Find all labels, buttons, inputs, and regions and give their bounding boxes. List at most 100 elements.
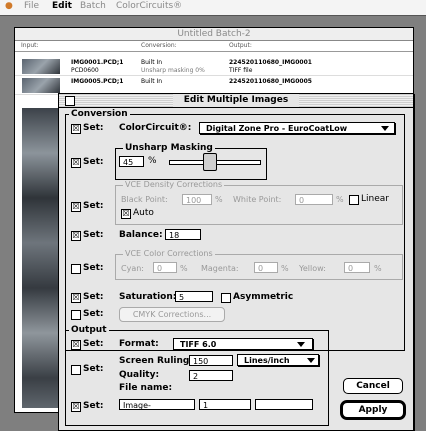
image-thumbnail-column <box>22 108 60 408</box>
percent-label: % <box>281 264 289 273</box>
row-filename: IMG0001.PCD;1 <box>71 59 124 66</box>
format-label: Format: <box>119 339 159 349</box>
cyan-label: Cyan: <box>121 264 144 273</box>
cmyk-corrections-button[interactable]: CMYK Corrections... <box>119 307 225 322</box>
screen-ruling-input[interactable]: 150 <box>189 355 233 366</box>
cyan-input[interactable]: 0 <box>153 262 177 273</box>
apple-logo-icon[interactable]: ● <box>5 1 17 13</box>
auto-checkbox[interactable]: ☒ <box>121 209 131 219</box>
image-thumbnail <box>22 78 60 93</box>
white-point-label: White Point: <box>233 195 282 204</box>
percent-label: % <box>180 264 188 273</box>
yellow-label: Yellow: <box>299 264 326 273</box>
set-label: Set: <box>83 364 104 374</box>
set-label: Set: <box>83 157 104 167</box>
batch-columns-header: Input: Conversion: Output: <box>15 41 413 52</box>
menu-file[interactable]: File <box>24 1 39 11</box>
vce-density-label: VCE Density Corrections <box>123 180 225 190</box>
set-density-checkbox[interactable]: ☒ <box>71 202 81 212</box>
linear-checkbox[interactable] <box>349 195 359 205</box>
set-label: Set: <box>83 339 104 349</box>
row-output: 224520110680_IMG0001 <box>229 59 312 66</box>
percent-label: % <box>374 264 382 273</box>
auto-label: Auto <box>133 208 154 218</box>
magenta-input[interactable]: 0 <box>254 262 278 273</box>
asymmetric-checkbox[interactable] <box>221 293 231 303</box>
magenta-label: Magenta: <box>201 264 239 273</box>
chevron-down-icon <box>381 126 389 131</box>
quality-label: Quality: <box>119 370 160 380</box>
black-point-label: Black Point: <box>121 195 168 204</box>
set-label: Set: <box>83 230 104 240</box>
image-thumbnail <box>22 59 60 74</box>
set-saturation-checkbox[interactable]: ☒ <box>71 293 81 303</box>
cancel-button[interactable]: Cancel <box>343 378 403 394</box>
balance-input[interactable]: 18 <box>165 229 201 240</box>
dialog-title-bar[interactable]: Edit Multiple Images <box>59 94 413 108</box>
file-name-input[interactable]: Image- <box>119 399 195 410</box>
row-conversion-detail: Unsharp masking 0% <box>141 67 205 74</box>
unsharp-amount-input[interactable]: 45 <box>119 156 144 167</box>
column-conversion: Conversion: <box>141 42 177 49</box>
row-conversion: Built In <box>141 59 163 66</box>
format-popup[interactable]: TIFF 6.0 <box>173 338 313 350</box>
format-value: TIFF 6.0 <box>180 340 217 349</box>
dialog-title: Edit Multiple Images <box>173 94 299 107</box>
colorcircuit-label: ColorCircuit®: <box>119 123 192 133</box>
set-cmyk-checkbox[interactable] <box>71 310 81 320</box>
row-output: 224520110680_IMG0005 <box>229 78 312 85</box>
set-label: Set: <box>83 309 104 319</box>
percent-label: % <box>215 195 223 204</box>
balance-label: Balance: <box>119 230 163 240</box>
vce-color-label: VCE Color Corrections <box>123 249 215 259</box>
apply-button[interactable]: Apply <box>340 400 406 420</box>
menu-batch[interactable]: Batch <box>80 1 106 11</box>
edit-multiple-images-dialog: Edit Multiple Images Conversion ☒ Set: C… <box>58 93 414 431</box>
saturation-input[interactable]: 5 <box>175 291 213 302</box>
percent-label: % <box>336 195 344 204</box>
table-row[interactable]: IMG0001.PCD;1 PCD0600 Built In Unsharp m… <box>15 58 413 76</box>
set-file-name-checkbox[interactable]: ☒ <box>71 402 81 412</box>
set-label: Set: <box>83 263 104 273</box>
unsharp-masking-label: Unsharp Masking <box>123 143 215 153</box>
yellow-input[interactable]: 0 <box>344 262 370 273</box>
set-balance-checkbox[interactable]: ☒ <box>71 231 81 241</box>
menu-colorcircuits[interactable]: ColorCircuits® <box>116 1 182 11</box>
conversion-group-label: Conversion <box>69 109 130 119</box>
asymmetric-label: Asymmetric <box>233 292 294 302</box>
set-screen-ruling-checkbox[interactable] <box>71 365 81 375</box>
column-input: Input: <box>21 42 39 49</box>
close-box-icon[interactable] <box>65 96 75 106</box>
file-suffix-input[interactable] <box>255 399 313 410</box>
screen-ruling-unit: Lines/inch <box>244 356 290 365</box>
row-output-format: TIFF file <box>229 67 253 74</box>
output-group-label: Output <box>69 325 109 335</box>
colorcircuit-value: Digital Zone Pro - EuroCoatLow <box>206 124 348 133</box>
chevron-down-icon <box>307 358 315 363</box>
column-output: Output: <box>229 42 252 49</box>
colorcircuit-popup[interactable]: Digital Zone Pro - EuroCoatLow <box>199 122 395 134</box>
row-subtitle: PCD0600 <box>71 67 99 74</box>
row-filename: IMG0005.PCD;1 <box>71 78 124 85</box>
quality-input[interactable]: 2 <box>189 370 233 381</box>
file-name-label: File name: <box>119 383 173 393</box>
set-colorcircuit-checkbox[interactable]: ☒ <box>71 124 81 134</box>
batch-window-title: Untitled Batch-2 <box>15 28 413 41</box>
set-color-checkbox[interactable] <box>71 264 81 274</box>
set-unsharp-checkbox[interactable]: ☒ <box>71 158 81 168</box>
chevron-down-icon <box>297 342 305 347</box>
menu-bar: ● File Edit Batch ColorCircuits® <box>0 0 426 16</box>
saturation-label: Saturation: <box>119 292 177 302</box>
set-label: Set: <box>83 292 104 302</box>
unsharp-slider-thumb[interactable] <box>203 153 217 171</box>
set-label: Set: <box>83 401 104 411</box>
set-format-checkbox[interactable]: ☒ <box>71 340 81 350</box>
set-label: Set: <box>83 123 104 133</box>
black-point-input[interactable]: 100 <box>182 194 212 205</box>
linear-label: Linear <box>361 194 389 204</box>
white-point-input[interactable]: 0 <box>295 194 333 205</box>
row-conversion: Built In <box>141 78 163 85</box>
menu-edit[interactable]: Edit <box>52 1 72 11</box>
file-number-input[interactable]: 1 <box>199 399 251 410</box>
set-label: Set: <box>83 201 104 211</box>
